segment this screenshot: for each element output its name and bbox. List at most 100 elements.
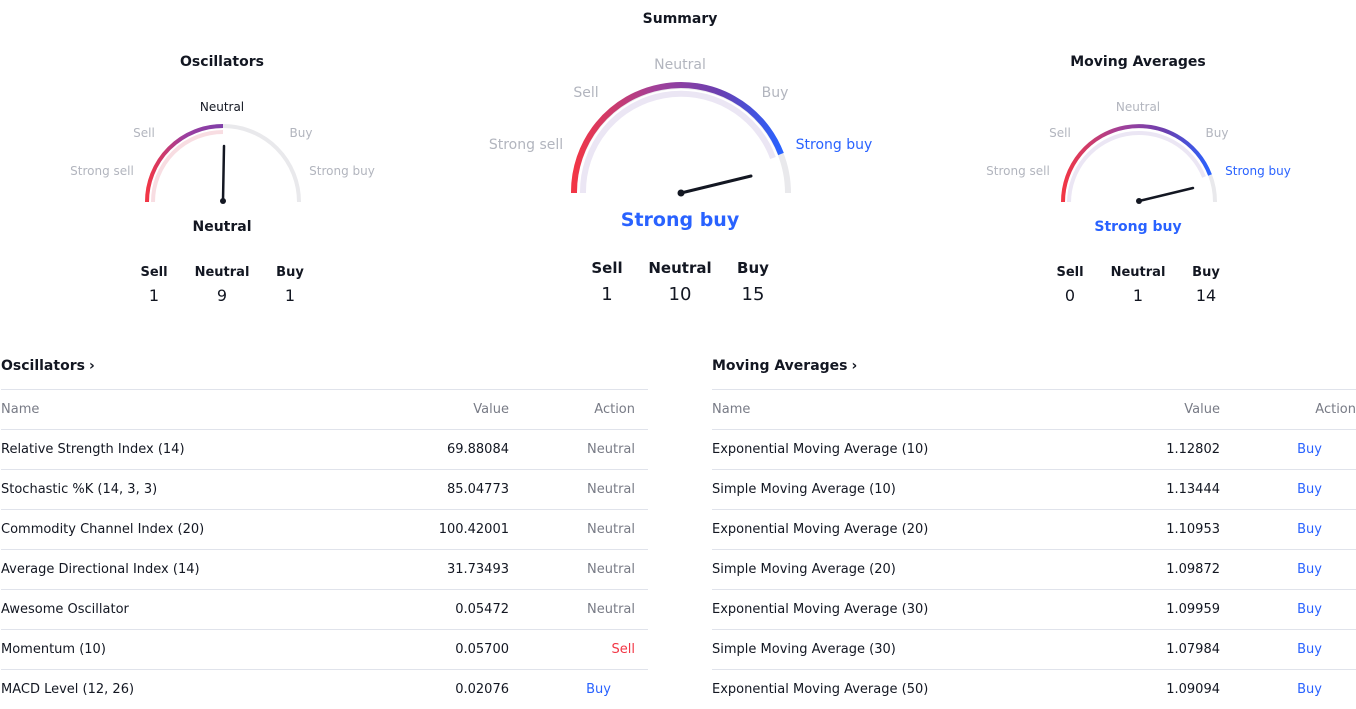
gauge-label-buy: Buy <box>289 126 313 140</box>
count-sell-label: Sell <box>591 259 623 277</box>
table-row: Average Directional Index (14) 31.73493 … <box>1 549 648 590</box>
table-row: Exponential Moving Average (10) 1.12802 … <box>712 429 1356 470</box>
count-buy-label: Buy <box>1192 265 1220 280</box>
indicator-action: Buy <box>1220 469 1356 510</box>
indicator-action: Buy <box>1220 549 1356 590</box>
gauge-track <box>571 83 791 194</box>
indicator-action: Buy <box>1220 589 1356 630</box>
gauge-verdict: Neutral <box>192 219 252 235</box>
gauge-pivot <box>677 189 685 197</box>
oscillators-section-link[interactable]: Oscillators › <box>1 358 95 374</box>
gauge-progress <box>1061 124 1212 203</box>
table-row: Simple Moving Average (20) 1.09872 Buy <box>712 549 1356 590</box>
indicator-name: Exponential Moving Average (30) <box>712 589 1092 630</box>
count-buy-label: Buy <box>737 259 769 277</box>
indicator-action: Neutral <box>509 509 648 550</box>
count-sell-label: Sell <box>140 265 168 280</box>
summary-title: Summary <box>642 11 718 27</box>
gauge-needle <box>1137 186 1195 203</box>
indicator-name: Average Directional Index (14) <box>1 549 381 590</box>
indicator-action: Buy <box>1220 509 1356 550</box>
indicator-action: Buy <box>1220 629 1356 670</box>
indicator-name: Stochastic %K (14, 3, 3) <box>1 469 381 510</box>
count-buy-label: Buy <box>276 265 304 280</box>
chevron-right-icon: › <box>851 358 858 374</box>
indicator-value: 1.13444 <box>1092 469 1220 510</box>
gauge-label-neutral: Neutral <box>1115 100 1161 114</box>
table-row: Simple Moving Average (10) 1.13444 Buy <box>712 469 1356 510</box>
indicator-name: Simple Moving Average (30) <box>712 629 1092 670</box>
indicator-value: 1.09959 <box>1092 589 1220 630</box>
header-value: Value <box>1092 389 1220 430</box>
indicator-action: Buy <box>1220 429 1356 470</box>
indicator-name: Awesome Oscillator <box>1 589 381 630</box>
table-row: Relative Strength Index (14) 69.88084 Ne… <box>1 429 648 470</box>
indicator-value: 69.88084 <box>381 429 509 470</box>
indicator-name: Simple Moving Average (10) <box>712 469 1092 510</box>
count-sell-value: 0 <box>1064 286 1076 305</box>
moving-averages-table: Name Value Action Exponential Moving Ave… <box>712 389 1356 709</box>
indicator-value: 0.05472 <box>381 589 509 630</box>
moving-averages-section-link[interactable]: Moving Averages › <box>712 358 857 374</box>
header-action: Action <box>509 389 648 430</box>
count-neutral-value: 10 <box>668 284 692 305</box>
indicator-value: 1.12802 <box>1092 429 1220 470</box>
indicator-value: 1.07984 <box>1092 629 1220 670</box>
gauge-label-strong-sell: Strong sell <box>70 164 134 178</box>
count-sell-label: Sell <box>1056 265 1084 280</box>
table-row: Exponential Moving Average (50) 1.09094 … <box>712 669 1356 709</box>
count-neutral-value: 9 <box>216 286 228 305</box>
gauge-inner-shade <box>151 130 224 203</box>
table-row: Momentum (10) 0.05700 Sell <box>1 629 648 670</box>
count-neutral-value: 1 <box>1132 286 1144 305</box>
indicator-name: Relative Strength Index (14) <box>1 429 381 470</box>
indicator-action: Buy <box>509 669 648 709</box>
gauge-label-strong-buy: Strong buy <box>309 164 375 178</box>
gauge-progress <box>145 124 224 203</box>
gauge-verdict: Strong buy <box>620 209 740 231</box>
indicator-value: 100.42001 <box>381 509 509 550</box>
table-row: Awesome Oscillator 0.05472 Neutral <box>1 589 648 630</box>
count-buy-value: 14 <box>1195 286 1217 305</box>
header-action: Action <box>1220 389 1356 430</box>
count-neutral-label: Neutral <box>194 265 250 280</box>
moving-averages-gauge-dial <box>1061 124 1217 204</box>
indicator-value: 0.05700 <box>381 629 509 670</box>
gauge-label-strong-buy: Strong buy <box>795 137 873 153</box>
indicator-value: 85.04773 <box>381 469 509 510</box>
gauge-pivot <box>1136 198 1142 204</box>
oscillators-gauge-title: Oscillators <box>180 54 264 70</box>
gauge-label-sell: Sell <box>1049 126 1071 140</box>
oscillators-table: Name Value Action Relative Strength Inde… <box>1 389 648 709</box>
count-sell-value: 1 <box>601 284 613 305</box>
table-header-row: Name Value Action <box>1 389 648 430</box>
count-buy-value: 1 <box>284 286 296 305</box>
indicator-value: 31.73493 <box>381 549 509 590</box>
indicator-action: Neutral <box>509 589 648 630</box>
table-row: Exponential Moving Average (30) 1.09959 … <box>712 589 1356 630</box>
indicator-action: Neutral <box>509 429 648 470</box>
indicator-name: Commodity Channel Index (20) <box>1 509 381 550</box>
moving-averages-gauge-title: Moving Averages <box>1070 54 1206 70</box>
gauge-label-neutral: Neutral <box>654 57 706 73</box>
chevron-right-icon: › <box>88 358 95 374</box>
table-row: Exponential Moving Average (20) 1.10953 … <box>712 509 1356 550</box>
header-name: Name <box>1 389 381 430</box>
gauge-label-neutral: Neutral <box>199 100 245 114</box>
count-sell-value: 1 <box>148 286 160 305</box>
indicator-name: Simple Moving Average (20) <box>712 549 1092 590</box>
indicator-action: Buy <box>1220 669 1356 709</box>
indicator-action: Neutral <box>509 469 648 510</box>
gauge-verdict: Strong buy <box>1094 219 1182 235</box>
gauge-label-sell: Sell <box>573 85 599 101</box>
indicator-name: Exponential Moving Average (50) <box>712 669 1092 709</box>
header-name: Name <box>712 389 1092 430</box>
gauge-label-buy: Buy <box>1205 126 1229 140</box>
count-neutral-label: Neutral <box>648 259 712 277</box>
indicator-value: 0.02076 <box>381 669 509 709</box>
indicator-action: Sell <box>509 629 648 670</box>
indicator-value: 1.09872 <box>1092 549 1220 590</box>
table-header-row: Name Value Action <box>712 389 1356 430</box>
indicator-name: Exponential Moving Average (10) <box>712 429 1092 470</box>
count-buy-value: 15 <box>741 284 765 305</box>
